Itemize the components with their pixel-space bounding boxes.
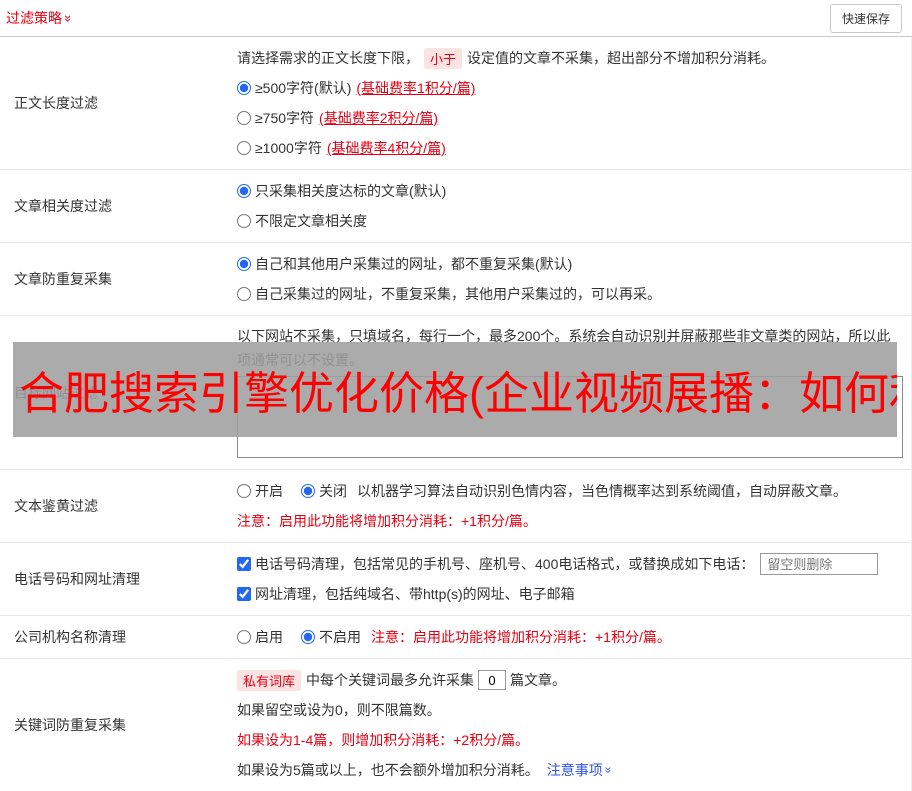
row-label: 电话号码和网址清理 [14, 571, 140, 587]
radio-porn-off[interactable]: 关闭 [301, 481, 347, 501]
radio-input[interactable] [237, 141, 251, 155]
row-label: 文章相关度过滤 [14, 198, 112, 214]
option-label: 不限定文章相关度 [255, 213, 367, 229]
radio-option-dedupe-all[interactable]: 自己和其他用户采集过的网址，都不重复采集(默认) [237, 254, 572, 274]
option-label: 自己和其他用户采集过的网址，都不重复采集(默认) [255, 256, 573, 272]
watermark-text: 合肥搜索引擎优化价格(企业视频展播：如何利 [19, 368, 897, 419]
row-porn-filter: 文本鉴黄过滤 开启 关闭 以机器学习算法自动识别色情内容，当色情概率达到系统阈值… [0, 470, 911, 543]
option-label: 不启用 [319, 629, 361, 645]
row-label: 文章防重复采集 [14, 271, 112, 287]
radio-option-750[interactable]: ≥750字符 (基础费率2积分/篇) [237, 108, 438, 128]
radio-input[interactable] [301, 484, 315, 498]
row-keyword-dedupe: 关键词防重复采集 私有词库 中每个关键词最多允许采集 篇文章。 如果留空或设为0… [0, 659, 911, 791]
section-toggle[interactable]: 过滤策略 » [6, 8, 77, 28]
option-label: ≥500字符(默认) [255, 80, 352, 96]
radio-option-1000[interactable]: ≥1000字符 (基础费率4积分/篇) [237, 138, 446, 158]
option-label: 开启 [255, 483, 283, 499]
page-title: 过滤策略 [6, 10, 62, 26]
row-dedupe-filter: 文章防重复采集 自己和其他用户采集过的网址，都不重复采集(默认) 自己采集过的网… [0, 243, 911, 316]
fee-note: (基础费率2积分/篇) [319, 110, 439, 126]
radio-input[interactable] [237, 214, 251, 228]
porn-fee-note: 注意：启用此功能将增加积分消耗：+1积分/篇。 [237, 513, 537, 529]
row-label: 文本鉴黄过滤 [14, 498, 98, 514]
fee-note: (基础费率4积分/篇) [326, 140, 446, 156]
radio-input[interactable] [237, 81, 251, 95]
keyword-note-zero: 如果留空或设为0，则不限篇数。 [237, 702, 441, 718]
keyword-line-text: 篇文章。 [510, 672, 567, 688]
radio-input[interactable] [301, 630, 315, 644]
option-label: 网址清理，包括纯域名、带http(s)的网址、电子邮箱 [255, 586, 575, 602]
radio-option-500[interactable]: ≥500字符(默认) (基础费率1积分/篇) [237, 78, 475, 98]
notice-link-label: 注意事项 [546, 762, 603, 778]
radio-input[interactable] [237, 287, 251, 301]
row-relevance-filter: 文章相关度过滤 只采集相关度达标的文章(默认) 不限定文章相关度 [0, 170, 911, 243]
radio-input[interactable] [237, 630, 251, 644]
checkbox-input[interactable] [237, 557, 251, 571]
row-phone-url-clean: 电话号码和网址清理 电话号码清理，包括常见的手机号、座机号、400电话格式，或替… [0, 543, 911, 616]
radio-input[interactable] [237, 257, 251, 271]
radio-company-disable[interactable]: 不启用 [301, 627, 361, 647]
company-fee-note: 注意：启用此功能将增加积分消耗：+1积分/篇。 [371, 629, 671, 645]
chevron-down-icon: » [61, 14, 77, 22]
keyword-fee-note: 如果设为1-4篇，则增加积分消耗：+2积分/篇。 [237, 732, 530, 748]
radio-option-dedupe-self[interactable]: 自己采集过的网址，不重复采集，其他用户采集过的，可以再采。 [237, 284, 661, 304]
option-label: ≥750字符 [255, 110, 315, 126]
option-label: 只采集相关度达标的文章(默认) [255, 183, 447, 199]
radio-option-relevant[interactable]: 只采集相关度达标的文章(默认) [237, 181, 446, 201]
section-header: 过滤策略 » 快速保存 [0, 0, 912, 37]
option-label: 电话号码清理，包括常见的手机号、座机号、400电话格式，或替换成如下电话： [255, 556, 755, 572]
keyword-note-five: 如果设为5篇或以上，也不会额外增加积分消耗。 [237, 762, 539, 778]
radio-porn-on[interactable]: 开启 [237, 481, 283, 501]
checkbox-phone-clean[interactable]: 电话号码清理，包括常见的手机号、座机号、400电话格式，或替换成如下电话： [237, 554, 754, 574]
radio-input[interactable] [237, 184, 251, 198]
radio-option-unlimited-relevance[interactable]: 不限定文章相关度 [237, 211, 367, 231]
less-than-highlight: 小于 [424, 47, 463, 69]
row-label: 关键词防重复采集 [14, 717, 126, 733]
row-label: 正文长度过滤 [14, 95, 98, 111]
option-label: 关闭 [319, 483, 347, 499]
intro-text: 请选择需求的正文长度下限， [237, 50, 419, 66]
option-label: 自己采集过的网址，不重复采集，其他用户采集过的，可以再采。 [255, 286, 661, 302]
radio-input[interactable] [237, 484, 251, 498]
row-company-clean: 公司机构名称清理 启用 不启用 注意：启用此功能将增加积分消耗：+1积分/篇。 [0, 616, 911, 659]
max-articles-input[interactable] [478, 670, 507, 690]
intro-text: 设定值的文章不采集，超出部分不增加积分消耗。 [467, 50, 776, 66]
option-label: 启用 [255, 629, 283, 645]
replacement-phone-input[interactable] [760, 553, 879, 575]
fee-note: (基础费率1积分/篇) [356, 80, 476, 96]
notice-link[interactable]: 注意事项 » [546, 760, 615, 780]
row-body-length-filter: 正文长度过滤 请选择需求的正文长度下限， 小于 设定值的文章不采集，超出部分不增… [0, 37, 911, 170]
radio-input[interactable] [237, 111, 251, 125]
option-label: ≥1000字符 [255, 140, 322, 156]
checkbox-url-clean[interactable]: 网址清理，包括纯域名、带http(s)的网址、电子邮箱 [237, 584, 575, 604]
row-label: 公司机构名称清理 [14, 629, 126, 645]
keyword-line-text: 中每个关键词最多允许采集 [306, 672, 475, 688]
private-lexicon-badge[interactable]: 私有词库 [237, 669, 302, 691]
radio-company-enable[interactable]: 启用 [237, 627, 283, 647]
filter-strategy-page: 过滤策略 » 快速保存 正文长度过滤 请选择需求的正文长度下限， 小于 设定值的… [0, 0, 912, 791]
checkbox-input[interactable] [237, 587, 251, 601]
body-length-intro: 请选择需求的正文长度下限， 小于 设定值的文章不采集，超出部分不增加积分消耗。 [237, 43, 903, 73]
porn-filter-desc: 以机器学习算法自动识别色情内容，当色情概率达到系统阈值，自动屏蔽文章。 [357, 483, 847, 499]
quick-save-button[interactable]: 快速保存 [829, 3, 902, 33]
watermark-overlay: 合肥搜索引擎优化价格(企业视频展播：如何利 [13, 342, 897, 437]
